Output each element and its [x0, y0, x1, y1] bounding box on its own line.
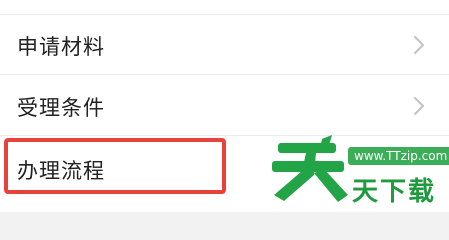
chevron-right-icon	[413, 96, 425, 116]
list-item-label: 受理条件	[17, 96, 105, 120]
list-item-acceptance-conditions[interactable]: 受理条件	[0, 76, 449, 134]
service-info-list: 申请材料 受理条件 办理流程 www.TTzip.com 天下载	[0, 0, 449, 212]
highlight-annotation-box	[4, 138, 226, 194]
watermark-text: 天下载	[352, 177, 437, 207]
tian-logo-icon	[272, 135, 348, 202]
chevron-right-icon	[413, 35, 425, 55]
list-divider	[0, 74, 449, 75]
watermark-url: www.TTzip.com	[348, 147, 449, 165]
list-item-application-materials[interactable]: 申请材料	[0, 15, 449, 73]
watermark: www.TTzip.com 天下载	[270, 135, 449, 212]
list-top-edge	[0, 0, 449, 15]
list-item-label: 申请材料	[17, 35, 105, 59]
